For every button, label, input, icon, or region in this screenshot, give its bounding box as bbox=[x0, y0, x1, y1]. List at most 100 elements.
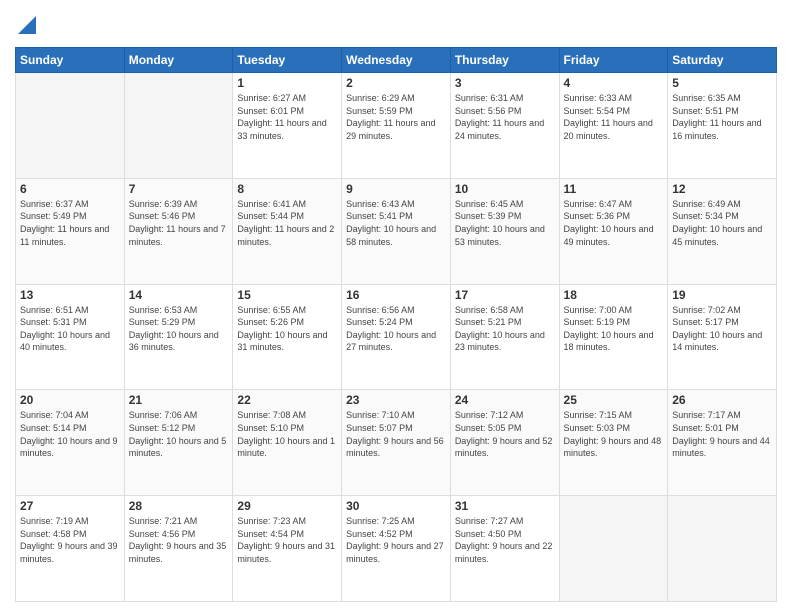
col-header-friday: Friday bbox=[559, 48, 668, 73]
calendar-cell: 23 Sunrise: 7:10 AM Sunset: 5:07 PM Dayli… bbox=[342, 390, 451, 496]
day-info: Sunrise: 6:43 AM Sunset: 5:41 PM Dayligh… bbox=[346, 198, 446, 248]
calendar-cell: 22 Sunrise: 7:08 AM Sunset: 5:10 PM Dayli… bbox=[233, 390, 342, 496]
calendar-cell: 21 Sunrise: 7:06 AM Sunset: 5:12 PM Dayli… bbox=[124, 390, 233, 496]
calendar-table: SundayMondayTuesdayWednesdayThursdayFrid… bbox=[15, 47, 777, 602]
day-number: 16 bbox=[346, 288, 446, 302]
calendar-cell: 28Sunrise: 7:21 AM Sunset: 4:56 PM Dayli… bbox=[124, 496, 233, 602]
day-number: 18 bbox=[564, 288, 664, 302]
calendar-cell: 1 Sunrise: 6:27 AM Sunset: 6:01 PM Daylig… bbox=[233, 73, 342, 179]
calendar-cell: 18 Sunrise: 7:00 AM Sunset: 5:19 PM Dayli… bbox=[559, 284, 668, 390]
calendar-cell: 5Sunrise: 6:35 AM Sunset: 5:51 PM Daylig… bbox=[668, 73, 777, 179]
day-info: Sunrise: 6:49 AM Sunset: 5:34 PM Dayligh… bbox=[672, 198, 772, 248]
day-info: Sunrise: 6:53 AM Sunset: 5:29 PM Dayligh… bbox=[129, 304, 229, 354]
calendar-header-row: SundayMondayTuesdayWednesdayThursdayFrid… bbox=[16, 48, 777, 73]
day-number: 9 bbox=[346, 182, 446, 196]
calendar-cell: 26 Sunrise: 7:17 AM Sunset: 5:01 PM Dayli… bbox=[668, 390, 777, 496]
day-number: 25 bbox=[564, 393, 664, 407]
day-number: 30 bbox=[346, 499, 446, 513]
logo bbox=[15, 10, 36, 39]
day-number: 6 bbox=[20, 182, 120, 196]
col-header-sunday: Sunday bbox=[16, 48, 125, 73]
calendar-cell: 12 Sunrise: 6:49 AM Sunset: 5:34 PM Dayli… bbox=[668, 178, 777, 284]
logo-icon bbox=[18, 12, 36, 34]
day-number: 20 bbox=[20, 393, 120, 407]
day-number: 2 bbox=[346, 76, 446, 90]
day-info: Sunrise: 7:08 AM Sunset: 5:10 PM Dayligh… bbox=[237, 409, 337, 459]
day-info: Sunrise: 7:12 AM Sunset: 5:05 PM Dayligh… bbox=[455, 409, 555, 459]
day-number: 29 bbox=[237, 499, 337, 513]
col-header-saturday: Saturday bbox=[668, 48, 777, 73]
calendar-week-1: 1 Sunrise: 6:27 AM Sunset: 6:01 PM Daylig… bbox=[16, 73, 777, 179]
col-header-wednesday: Wednesday bbox=[342, 48, 451, 73]
calendar-cell: 16 Sunrise: 6:56 AM Sunset: 5:24 PM Dayli… bbox=[342, 284, 451, 390]
day-number: 8 bbox=[237, 182, 337, 196]
day-number: 5 bbox=[672, 76, 772, 90]
calendar-cell: 14 Sunrise: 6:53 AM Sunset: 5:29 PM Dayli… bbox=[124, 284, 233, 390]
calendar-cell: 3 Sunrise: 6:31 AM Sunset: 5:56 PM Daylig… bbox=[450, 73, 559, 179]
calendar-cell bbox=[559, 496, 668, 602]
calendar-cell: 2 Sunrise: 6:29 AM Sunset: 5:59 PM Daylig… bbox=[342, 73, 451, 179]
day-number: 7 bbox=[129, 182, 229, 196]
calendar-cell: 10 Sunrise: 6:45 AM Sunset: 5:39 PM Dayli… bbox=[450, 178, 559, 284]
day-number: 1 bbox=[237, 76, 337, 90]
calendar-cell: 15 Sunrise: 6:55 AM Sunset: 5:26 PM Dayli… bbox=[233, 284, 342, 390]
day-number: 14 bbox=[129, 288, 229, 302]
calendar-cell: 29 Sunrise: 7:23 AM Sunset: 4:54 PM Dayli… bbox=[233, 496, 342, 602]
day-number: 13 bbox=[20, 288, 120, 302]
col-header-thursday: Thursday bbox=[450, 48, 559, 73]
col-header-tuesday: Tuesday bbox=[233, 48, 342, 73]
calendar-cell: 31 Sunrise: 7:27 AM Sunset: 4:50 PM Dayli… bbox=[450, 496, 559, 602]
col-header-monday: Monday bbox=[124, 48, 233, 73]
day-number: 24 bbox=[455, 393, 555, 407]
day-number: 22 bbox=[237, 393, 337, 407]
day-info: Sunrise: 7:23 AM Sunset: 4:54 PM Dayligh… bbox=[237, 515, 337, 565]
day-number: 23 bbox=[346, 393, 446, 407]
calendar-cell: 30 Sunrise: 7:25 AM Sunset: 4:52 PM Dayli… bbox=[342, 496, 451, 602]
day-info: Sunrise: 6:33 AM Sunset: 5:54 PM Dayligh… bbox=[564, 92, 664, 142]
day-info: Sunrise: 6:45 AM Sunset: 5:39 PM Dayligh… bbox=[455, 198, 555, 248]
calendar-cell: 4Sunrise: 6:33 AM Sunset: 5:54 PM Daylig… bbox=[559, 73, 668, 179]
day-info: Sunrise: 6:39 AM Sunset: 5:46 PM Dayligh… bbox=[129, 198, 229, 248]
day-info: Sunrise: 7:00 AM Sunset: 5:19 PM Dayligh… bbox=[564, 304, 664, 354]
calendar-cell: 17Sunrise: 6:58 AM Sunset: 5:21 PM Dayli… bbox=[450, 284, 559, 390]
calendar-cell: 25Sunrise: 7:15 AM Sunset: 5:03 PM Dayli… bbox=[559, 390, 668, 496]
day-info: Sunrise: 7:06 AM Sunset: 5:12 PM Dayligh… bbox=[129, 409, 229, 459]
calendar-cell: 20 Sunrise: 7:04 AM Sunset: 5:14 PM Dayli… bbox=[16, 390, 125, 496]
day-info: Sunrise: 6:37 AM Sunset: 5:49 PM Dayligh… bbox=[20, 198, 120, 248]
day-number: 19 bbox=[672, 288, 772, 302]
day-number: 21 bbox=[129, 393, 229, 407]
calendar-cell bbox=[668, 496, 777, 602]
day-number: 10 bbox=[455, 182, 555, 196]
calendar-cell: 8 Sunrise: 6:41 AM Sunset: 5:44 PM Daylig… bbox=[233, 178, 342, 284]
day-info: Sunrise: 7:17 AM Sunset: 5:01 PM Dayligh… bbox=[672, 409, 772, 459]
calendar-cell: 7 Sunrise: 6:39 AM Sunset: 5:46 PM Daylig… bbox=[124, 178, 233, 284]
calendar-cell: 9 Sunrise: 6:43 AM Sunset: 5:41 PM Daylig… bbox=[342, 178, 451, 284]
day-number: 31 bbox=[455, 499, 555, 513]
day-number: 26 bbox=[672, 393, 772, 407]
calendar-week-5: 27 Sunrise: 7:19 AM Sunset: 4:58 PM Dayli… bbox=[16, 496, 777, 602]
day-info: Sunrise: 6:55 AM Sunset: 5:26 PM Dayligh… bbox=[237, 304, 337, 354]
calendar-cell: 13Sunrise: 6:51 AM Sunset: 5:31 PM Dayli… bbox=[16, 284, 125, 390]
day-number: 11 bbox=[564, 182, 664, 196]
day-number: 27 bbox=[20, 499, 120, 513]
day-info: Sunrise: 6:29 AM Sunset: 5:59 PM Dayligh… bbox=[346, 92, 446, 142]
day-info: Sunrise: 6:56 AM Sunset: 5:24 PM Dayligh… bbox=[346, 304, 446, 354]
calendar-cell: 19 Sunrise: 7:02 AM Sunset: 5:17 PM Dayli… bbox=[668, 284, 777, 390]
day-info: Sunrise: 6:47 AM Sunset: 5:36 PM Dayligh… bbox=[564, 198, 664, 248]
day-info: Sunrise: 6:41 AM Sunset: 5:44 PM Dayligh… bbox=[237, 198, 337, 248]
day-info: Sunrise: 7:27 AM Sunset: 4:50 PM Dayligh… bbox=[455, 515, 555, 565]
day-info: Sunrise: 7:21 AM Sunset: 4:56 PM Dayligh… bbox=[129, 515, 229, 565]
day-info: Sunrise: 7:19 AM Sunset: 4:58 PM Dayligh… bbox=[20, 515, 120, 565]
day-info: Sunrise: 7:25 AM Sunset: 4:52 PM Dayligh… bbox=[346, 515, 446, 565]
day-info: Sunrise: 6:31 AM Sunset: 5:56 PM Dayligh… bbox=[455, 92, 555, 142]
day-number: 15 bbox=[237, 288, 337, 302]
day-info: Sunrise: 6:27 AM Sunset: 6:01 PM Dayligh… bbox=[237, 92, 337, 142]
day-number: 3 bbox=[455, 76, 555, 90]
day-info: Sunrise: 7:02 AM Sunset: 5:17 PM Dayligh… bbox=[672, 304, 772, 354]
day-number: 12 bbox=[672, 182, 772, 196]
day-info: Sunrise: 7:10 AM Sunset: 5:07 PM Dayligh… bbox=[346, 409, 446, 459]
day-info: Sunrise: 7:04 AM Sunset: 5:14 PM Dayligh… bbox=[20, 409, 120, 459]
calendar-week-3: 13Sunrise: 6:51 AM Sunset: 5:31 PM Dayli… bbox=[16, 284, 777, 390]
calendar-week-2: 6 Sunrise: 6:37 AM Sunset: 5:49 PM Daylig… bbox=[16, 178, 777, 284]
calendar-cell bbox=[16, 73, 125, 179]
